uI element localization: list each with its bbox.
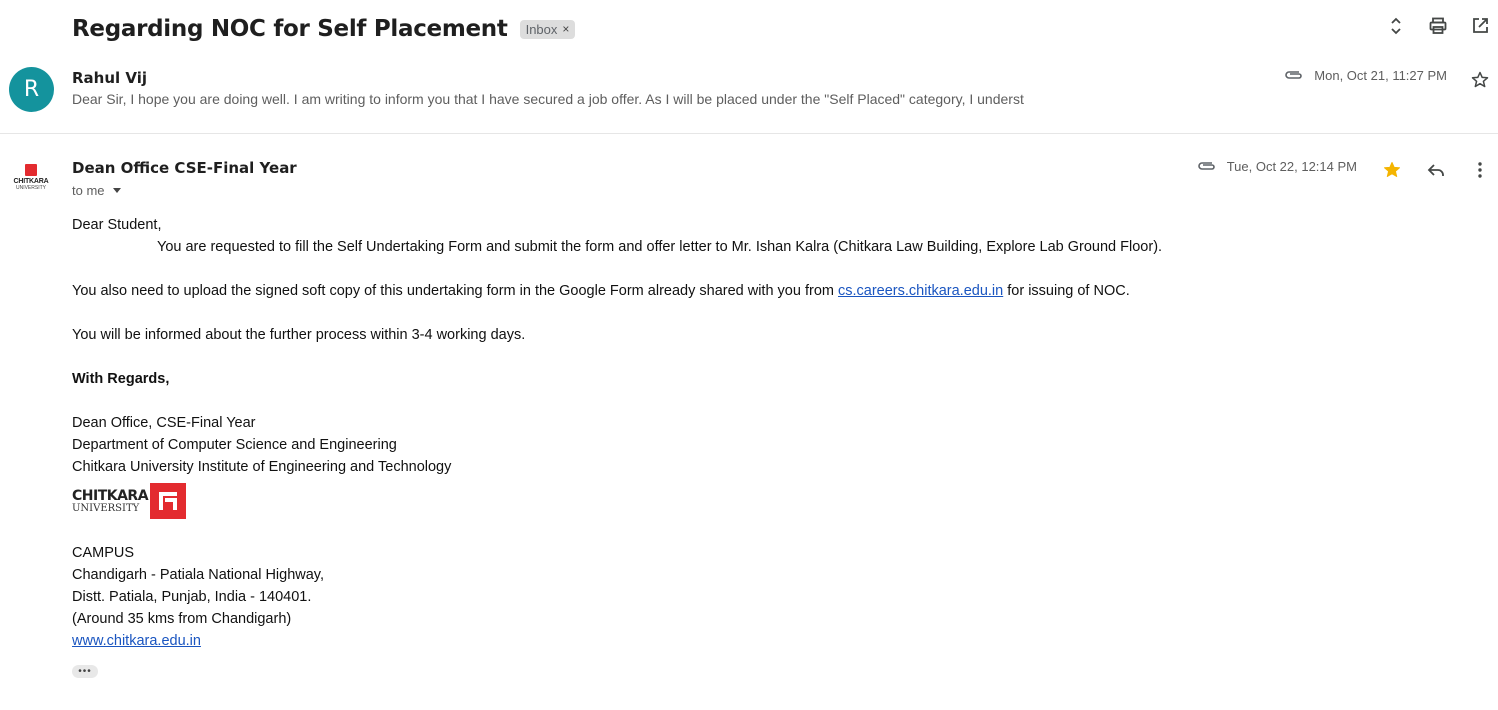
- message-snippet: Dear Sir, I hope you are doing well. I a…: [72, 91, 1024, 107]
- sender-name: Rahul Vij: [72, 69, 148, 87]
- avatar: R: [9, 67, 54, 112]
- address-line-2: Distt. Patiala, Punjab, India - 140401.: [72, 589, 312, 605]
- signature-line-3: Chitkara University Institute of Enginee…: [72, 459, 452, 475]
- thread-header: Regarding NOC for Self Placement Inbox ×: [72, 12, 576, 46]
- email-subject: Regarding NOC for Self Placement: [72, 16, 508, 42]
- sender-name: Dean Office CSE-Final Year: [72, 159, 297, 177]
- reply-icon[interactable]: [1426, 160, 1446, 180]
- star-icon[interactable]: [1470, 70, 1490, 90]
- more-options-icon[interactable]: [1470, 160, 1490, 180]
- show-trimmed-content-button[interactable]: •••: [72, 665, 98, 678]
- expand-collapse-icon[interactable]: [1386, 16, 1406, 36]
- inbox-label-chip[interactable]: Inbox ×: [519, 19, 576, 39]
- address-line-1: Chandigarh - Patiala National Highway,: [72, 567, 325, 583]
- body-paragraph-3: You will be informed about the further p…: [72, 327, 526, 343]
- open-new-window-icon[interactable]: [1470, 16, 1490, 36]
- greeting: Dear Student,: [72, 217, 162, 233]
- signature-line-2: Department of Computer Science and Engin…: [72, 437, 397, 453]
- ellipsis-icon: •••: [78, 665, 92, 677]
- message-actions: [1382, 160, 1490, 180]
- collapsed-message[interactable]: R Rahul Vij Dear Sir, I hope you are doi…: [0, 56, 1498, 134]
- para2-text: You also need to upload the signed soft …: [72, 283, 838, 299]
- message-body: Dear Student, You are requested to fill …: [72, 214, 1472, 678]
- remove-label-button[interactable]: ×: [562, 22, 569, 36]
- logo-text: CHITKARA: [13, 178, 49, 185]
- label-text: Inbox: [525, 21, 558, 37]
- logo-subtext: UNIVERSITY: [15, 185, 46, 191]
- message-date: Mon, Oct 21, 11:27 PM: [1314, 68, 1447, 83]
- message-meta: Tue, Oct 22, 12:14 PM: [1197, 159, 1357, 174]
- logo-mark: [25, 164, 37, 176]
- thread-toolbar: [1386, 16, 1490, 36]
- attachment-icon: [1284, 68, 1304, 83]
- signature-line-1: Dean Office, CSE-Final Year: [72, 415, 256, 431]
- print-icon[interactable]: [1428, 16, 1448, 36]
- careers-link[interactable]: cs.careers.chitkara.edu.in: [838, 283, 1003, 299]
- recipient-text: to me: [72, 183, 105, 198]
- body-paragraph-1: You are requested to fill the Self Under…: [157, 239, 1163, 255]
- message-date: Tue, Oct 22, 12:14 PM: [1226, 159, 1357, 174]
- logo-mark: [150, 483, 187, 519]
- message-meta: Mon, Oct 21, 11:27 PM: [1284, 68, 1447, 83]
- chevron-down-icon: [112, 188, 121, 193]
- body-paragraph-2: You also need to upload the signed soft …: [72, 280, 1472, 302]
- sender-logo-avatar: CHITKARA UNIVERSITY: [12, 164, 50, 198]
- website-link[interactable]: www.chitkara.edu.in: [72, 633, 201, 649]
- logo-subword: UNIVERSITY: [72, 502, 140, 514]
- recipient-details-toggle[interactable]: to me: [72, 183, 121, 198]
- chitkara-logo: CHITKARA UNIVERSITY: [72, 482, 1472, 520]
- attachment-icon: [1197, 159, 1217, 174]
- regards: With Regards,: [72, 371, 170, 387]
- logo-word: CHITKARA: [72, 487, 149, 504]
- para2-text-end: for issuing of NOC.: [1003, 283, 1130, 299]
- address-line-3: (Around 35 kms from Chandigarh): [72, 611, 292, 627]
- campus-heading: CAMPUS: [72, 545, 135, 561]
- star-icon[interactable]: [1382, 160, 1402, 180]
